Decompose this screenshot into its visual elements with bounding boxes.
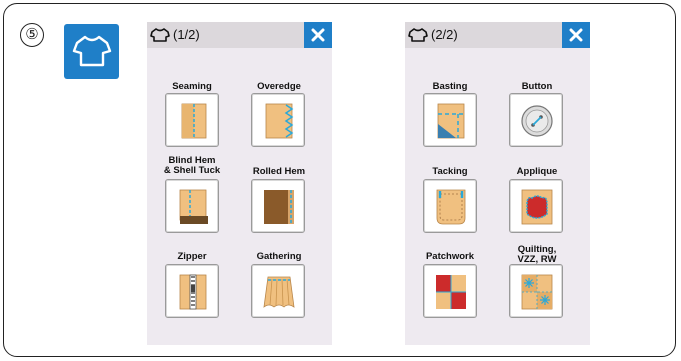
patchwork-icon — [436, 275, 466, 309]
basting-label: Basting — [432, 81, 468, 92]
zipper-button[interactable] — [165, 264, 219, 318]
blind-hem-button[interactable] — [165, 179, 219, 233]
button-sew-label: Button — [521, 81, 553, 92]
close-button[interactable] — [304, 22, 332, 48]
page-indicator: (2/2) — [431, 27, 458, 42]
gathering-button[interactable] — [251, 264, 305, 318]
shirt-icon — [72, 35, 112, 67]
shirt-icon — [408, 28, 428, 42]
seaming-button[interactable] — [165, 93, 219, 147]
tacking-button[interactable] — [423, 179, 477, 233]
step-number: ⑤ — [20, 23, 44, 47]
applique-icon — [521, 189, 553, 225]
quilting-button[interactable] — [509, 264, 563, 318]
button-sew-icon — [521, 105, 553, 137]
quilting-icon — [521, 274, 553, 310]
button-sew-button[interactable] — [509, 93, 563, 147]
quilting-label: Quilting, VZZ, RW — [517, 244, 557, 265]
gathering-label: Gathering — [256, 251, 302, 262]
panel-header: (1/2) — [147, 22, 332, 48]
shirt-icon — [150, 28, 170, 42]
overedge-icon — [265, 103, 294, 139]
overedge-label: Overedge — [257, 81, 301, 92]
applique-button[interactable] — [509, 179, 563, 233]
zipper-label: Zipper — [177, 251, 207, 262]
page-indicator: (1/2) — [173, 27, 200, 42]
tacking-icon — [436, 189, 466, 225]
close-button[interactable] — [562, 22, 590, 48]
stitch-panel-page-2: (2/2) Basting Button Tacking Applique Pa… — [405, 22, 590, 345]
rolled-hem-icon — [264, 190, 294, 224]
rolled-hem-button[interactable] — [251, 179, 305, 233]
stitch-panel-page-1: (1/2) Seaming Overedge Blind Hem & Shell… — [147, 22, 332, 345]
seaming-label: Seaming — [172, 81, 212, 92]
close-icon — [569, 28, 583, 42]
close-icon — [311, 28, 325, 42]
blind-hem-icon — [179, 189, 208, 224]
panel-header: (2/2) — [405, 22, 590, 48]
patchwork-label: Patchwork — [425, 251, 475, 262]
zipper-icon — [179, 274, 207, 310]
seaming-icon — [181, 103, 207, 139]
tacking-label: Tacking — [432, 166, 468, 177]
rolled-hem-label: Rolled Hem — [252, 166, 306, 177]
blind-hem-label: Blind Hem & Shell Tuck — [163, 155, 221, 176]
overedge-button[interactable] — [251, 93, 305, 147]
applique-label: Applique — [516, 166, 558, 177]
utility-mode-button[interactable] — [64, 24, 119, 79]
basting-button[interactable] — [423, 93, 477, 147]
patchwork-button[interactable] — [423, 264, 477, 318]
basting-icon — [437, 103, 465, 139]
gathering-icon — [263, 276, 295, 308]
